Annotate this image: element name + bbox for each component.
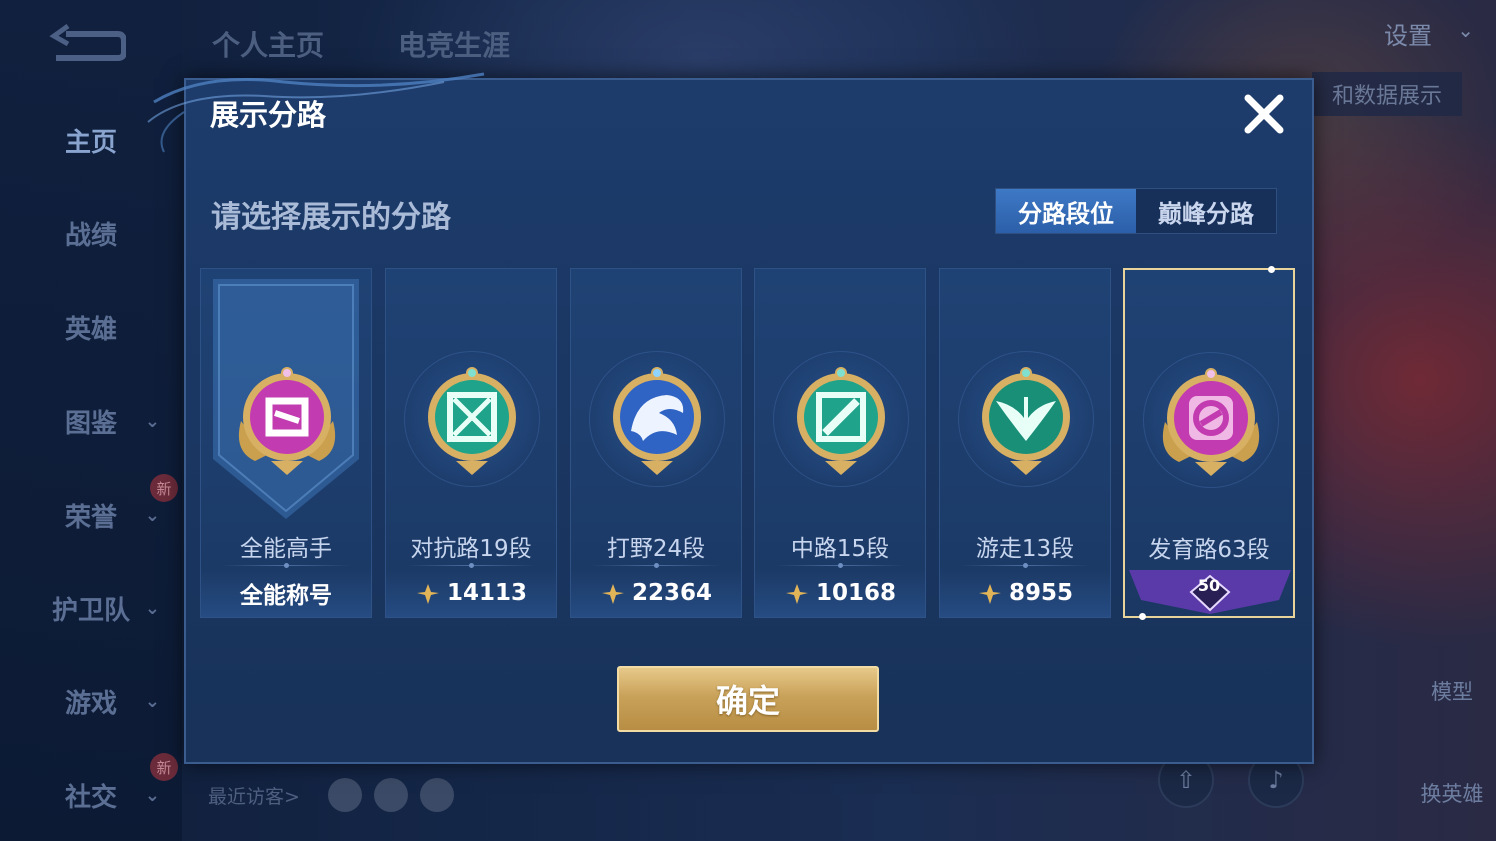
tab-lane-rank[interactable]: 分路段位 <box>996 189 1136 233</box>
data-display-button[interactable]: 和数据展示 <box>1312 72 1462 116</box>
lane-card-name: 游走13段 <box>975 536 1075 562</box>
switch-hero-button[interactable]: 换英雄 <box>1420 778 1484 808</box>
chevron-down-icon: ⌄ <box>144 410 160 432</box>
selection-corner-dot <box>1139 613 1146 620</box>
chevron-down-icon: ⌄ <box>144 784 160 806</box>
rank-points-icon <box>416 584 439 604</box>
clash-lane-emblem-icon <box>428 367 516 475</box>
sidebar-item-label: 主页 <box>64 127 117 158</box>
lane-card-all-round[interactable]: 全能高手 全能称号 <box>200 268 372 618</box>
close-button[interactable] <box>1238 88 1290 140</box>
lane-type-segmented-control: 分路段位 巅峰分路 <box>995 188 1277 234</box>
lane-card-name: 发育路63段 <box>1148 537 1270 563</box>
selection-corner-dot <box>1268 266 1275 273</box>
rank-points-value: 14113 <box>446 580 528 606</box>
model-label: 模型 <box>1431 680 1473 704</box>
lane-card-name: 全能高手 <box>240 536 332 562</box>
sidebar-item-label: 图鉴 <box>64 408 117 439</box>
divider <box>406 563 536 568</box>
lane-card-footer: 22364 <box>571 569 741 617</box>
lane-card-clash-lane[interactable]: 对抗路19段 14113 <box>385 268 557 618</box>
lane-card-footer: 8955 <box>940 569 1110 617</box>
tab-peak-lane[interactable]: 巅峰分路 <box>1136 189 1276 233</box>
title-label: 全能称号 <box>240 583 332 609</box>
sidebar-item-heroes[interactable]: 英雄 <box>0 302 182 352</box>
sidebar-item-records[interactable]: 战绩 <box>0 208 182 258</box>
settings-button[interactable]: 设置 <box>1384 16 1432 51</box>
divider <box>221 563 351 568</box>
tab-esports-career[interactable]: 电竞生涯 <box>398 24 510 64</box>
chevron-down-icon: ⌄ <box>144 690 160 712</box>
lane-card-roam[interactable]: 游走13段 8955 <box>939 268 1111 618</box>
divider <box>591 563 721 568</box>
rank-points-icon <box>785 584 808 604</box>
sidebar-item-label: 社交 <box>64 782 117 813</box>
lane-card-name: 中路15段 <box>790 536 890 562</box>
all-round-emblem-icon <box>238 367 336 475</box>
lane-card-footer: 10168 <box>755 569 925 617</box>
divider <box>775 563 905 568</box>
rank-points-value: 8955 <box>1008 580 1073 606</box>
peak-rank-value: 50 <box>1197 576 1221 595</box>
rank-points-value: 22364 <box>631 580 713 606</box>
avatar[interactable] <box>420 778 454 812</box>
back-icon[interactable] <box>46 22 126 66</box>
rank-points-icon <box>978 584 1001 604</box>
chevron-down-icon[interactable]: ⌄ <box>1457 18 1474 42</box>
lane-card-farm-lane[interactable]: 发育路63段 50 <box>1123 266 1295 620</box>
tab-personal-home[interactable]: 个人主页 <box>212 24 324 64</box>
sidebar-item-collection[interactable]: 图鉴 ⌄ <box>0 396 182 446</box>
avatar[interactable] <box>328 778 362 812</box>
lane-card-jungle[interactable]: 打野24段 22364 <box>570 268 742 618</box>
divider <box>960 563 1090 568</box>
sidebar-item-guard-team[interactable]: 护卫队 ⌄ <box>0 583 182 633</box>
sidebar-item-label: 护卫队 <box>51 595 130 626</box>
jungle-emblem-icon <box>613 367 701 475</box>
sidebar-item-label: 英雄 <box>64 314 117 345</box>
sidebar-item-games[interactable]: 游戏 ⌄ <box>0 676 182 726</box>
farm-lane-emblem-icon <box>1162 368 1260 476</box>
lane-card-footer: 14113 <box>386 569 556 617</box>
dialog-subtitle: 请选择展示的分路 <box>211 200 451 235</box>
new-badge: 新 <box>150 474 178 502</box>
switch-hero-label: 换英雄 <box>1420 782 1484 806</box>
lane-card-mid-lane[interactable]: 中路15段 10168 <box>754 268 926 618</box>
sidebar-item-label: 荣誉 <box>64 502 117 533</box>
recent-visitors-link[interactable]: 最近访客> <box>208 782 300 809</box>
chevron-down-icon: ⌄ <box>144 597 160 619</box>
sidebar-item-label: 战绩 <box>64 220 117 251</box>
chevron-down-icon: ⌄ <box>144 504 160 526</box>
lane-card-name: 对抗路19段 <box>410 536 532 562</box>
new-badge: 新 <box>150 753 178 781</box>
lane-card-name: 打野24段 <box>606 536 706 562</box>
rank-points-value: 10168 <box>815 580 897 606</box>
rank-points-icon <box>601 584 624 604</box>
dialog-title: 展示分路 <box>210 98 327 132</box>
model-button[interactable]: 模型 <box>1420 676 1484 706</box>
avatar[interactable] <box>374 778 408 812</box>
lane-card-footer: 全能称号 <box>201 569 371 617</box>
close-icon <box>1244 94 1284 134</box>
confirm-button[interactable]: 确定 <box>617 666 879 732</box>
mid-lane-emblem-icon <box>797 367 885 475</box>
sidebar-item-label: 游戏 <box>64 688 117 719</box>
roam-emblem-icon <box>982 367 1070 475</box>
